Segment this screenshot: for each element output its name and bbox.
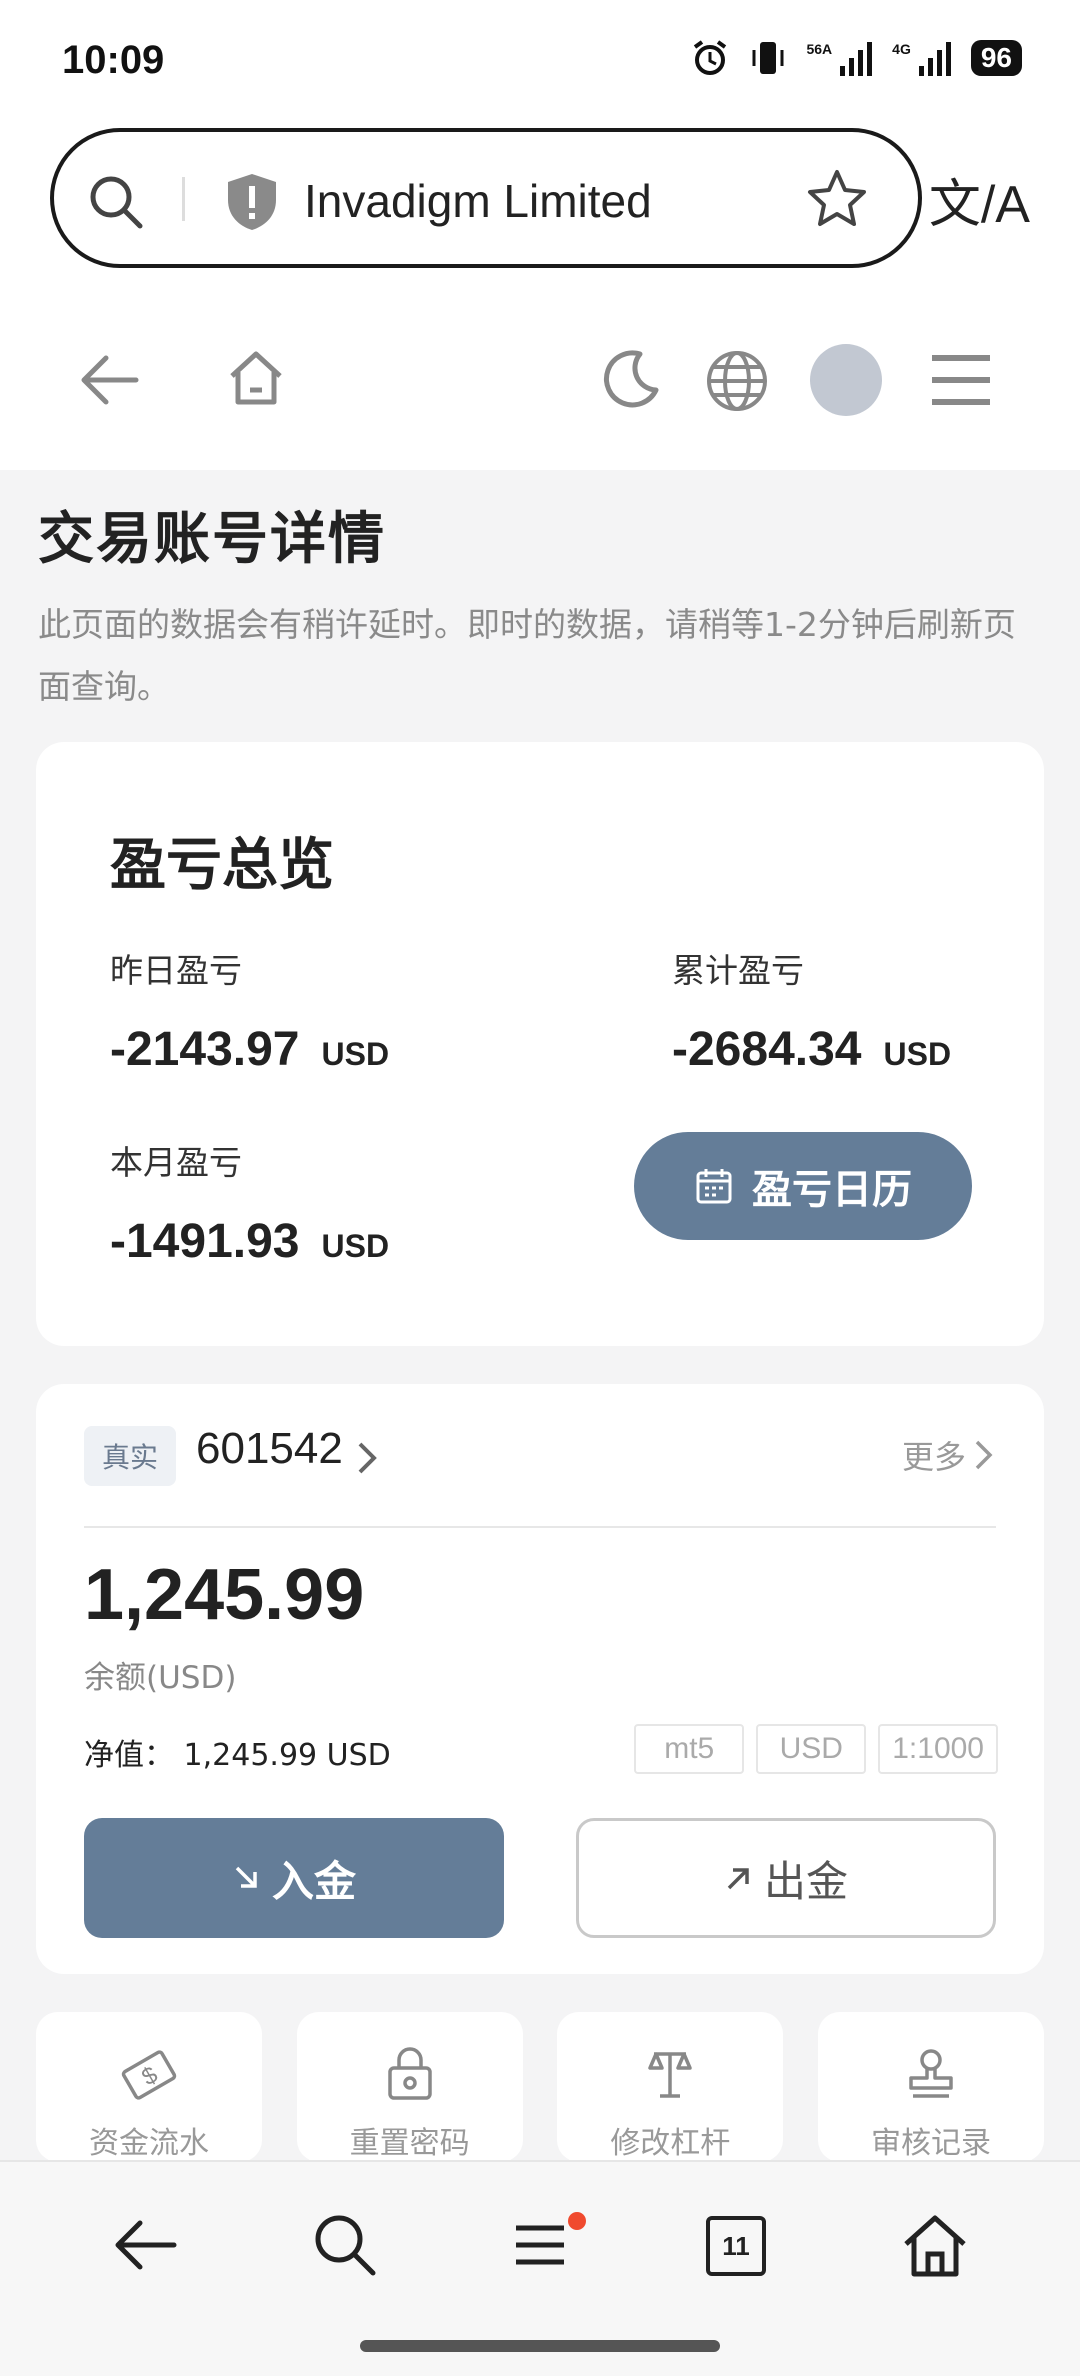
account-type-badge: 真实 [84,1426,177,1486]
unit-label: USD [321,1228,390,1264]
quick-action-label: 修改杠杆 [610,2126,731,2161]
pnl-calendar-button[interactable]: 盈亏日历 [634,1132,972,1240]
quick-action-label: 资金流水 [89,2126,209,2161]
home-indicator[interactable] [360,2340,720,2352]
quick-action-label: 重置密码 [349,2126,470,2161]
yesterday-pnl-label: 昨日盈亏 [110,951,242,990]
alarm-icon [694,40,727,75]
status-icons: 56A 4G 96 [690,38,1022,78]
equity-value: 净值： 1,245.99 USD [84,1738,391,1773]
quick-action-fund-flow[interactable]: $ 资金流水 [36,2012,262,2162]
withdraw-label: 出金 [763,1856,848,1906]
browser-address-area: Invadigm Limited 文/A [0,120,1080,290]
quick-action-reset-password[interactable]: 重置密码 [296,2012,523,2162]
cumulative-pnl-label: 累计盈亏 [672,951,804,990]
platform-tag: mt5 [634,1724,745,1774]
menu-icon[interactable] [930,352,992,408]
site-name[interactable]: Invadigm Limited [304,174,652,228]
network-label-1: 56A [806,41,833,57]
month-pnl-label: 本月盈亏 [110,1143,242,1182]
yesterday-pnl-value: -2143.97 USD [110,1023,390,1076]
quick-actions: $ 资金流水 重置密码 修改杠杆 审核记录 [36,2012,1044,2162]
home-icon[interactable] [224,346,288,410]
browser-search-icon[interactable] [310,2210,380,2280]
page-notice: 此页面的数据会有稍许延时。即时的数据，请稍等1-2分钟后刷新页面查询。 [38,605,1016,706]
shield-icon[interactable] [222,170,282,234]
network-label-2: 4G [892,41,911,57]
quick-action-label: 审核记录 [870,2126,991,2161]
pnl-overview-card: 盈亏总览 昨日盈亏 -2143.97 USD 累计盈亏 -2684.34 USD 本… [36,742,1044,1346]
deposit-label: 入金 [271,1856,356,1906]
account-card: 真实 601542 更多 1,245.99 余额(USD) 净值： 1,245.… [36,1384,1044,1974]
chevron-right-icon [975,1440,993,1470]
pnl-title: 盈亏总览 [110,833,334,898]
address-divider [182,177,185,221]
avatar[interactable] [810,344,882,416]
bookmark-star-icon[interactable] [804,166,870,232]
account-tags: mt5 USD 1:1000 [634,1724,998,1774]
battery-indicator: 96 [970,40,1022,76]
unit-label: USD [883,1036,952,1072]
browser-menu-button[interactable] [510,2210,586,2284]
browser-home-icon[interactable] [900,2210,970,2280]
signal-icon-1 [840,42,873,76]
browser-tabs-button[interactable]: 11 [706,2216,766,2276]
leverage-tag: 1:1000 [878,1724,998,1774]
signal-icon-2 [918,42,951,76]
moon-icon[interactable] [600,348,662,410]
arrow-up-right-icon [727,1868,749,1890]
currency-tag: USD [756,1724,867,1774]
quick-action-review-records[interactable]: 审核记录 [817,2012,1044,2162]
divider [84,1526,996,1528]
svg-text:$: $ [137,2061,162,2091]
more-link[interactable]: 更多 [902,1432,994,1478]
pnl-calendar-label: 盈亏日历 [752,1167,912,1213]
site-nav [0,290,1080,470]
translate-icon[interactable]: 文/A [929,162,1030,237]
search-icon[interactable] [84,170,148,234]
quick-action-change-leverage[interactable]: 修改杠杆 [557,2012,784,2162]
withdraw-button[interactable]: 出金 [576,1818,996,1938]
account-balance: 1,245.99 [84,1555,365,1635]
chevron-right-icon[interactable] [356,1440,380,1476]
month-pnl-value: -1491.93 USD [110,1215,390,1268]
status-time: 10:09 [62,38,165,82]
balance-label: 余额(USD) [84,1660,237,1696]
deposit-button[interactable]: 入金 [84,1818,504,1938]
status-bar: 10:09 56A 4G 96 [0,0,1080,120]
globe-icon[interactable] [704,348,770,414]
lock-icon [387,2047,432,2100]
stamp-icon [909,2049,953,2098]
leverage-icon [648,2052,693,2098]
notification-dot [568,2212,586,2230]
calendar-icon [696,1169,732,1204]
cumulative-pnl-value: -2684.34 USD [672,1023,952,1076]
vibrate-icon [752,42,784,74]
money-icon: $ [121,2050,177,2100]
address-bar[interactable]: Invadigm Limited [50,128,922,268]
unit-label: USD [321,1036,390,1072]
browser-back-icon[interactable] [110,2210,180,2280]
account-number[interactable]: 601542 [196,1424,343,1474]
page-title: 交易账号详情 [38,507,386,572]
more-label: 更多 [901,1438,966,1476]
arrow-down-right-icon [235,1866,257,1888]
back-arrow-icon[interactable] [78,350,142,410]
